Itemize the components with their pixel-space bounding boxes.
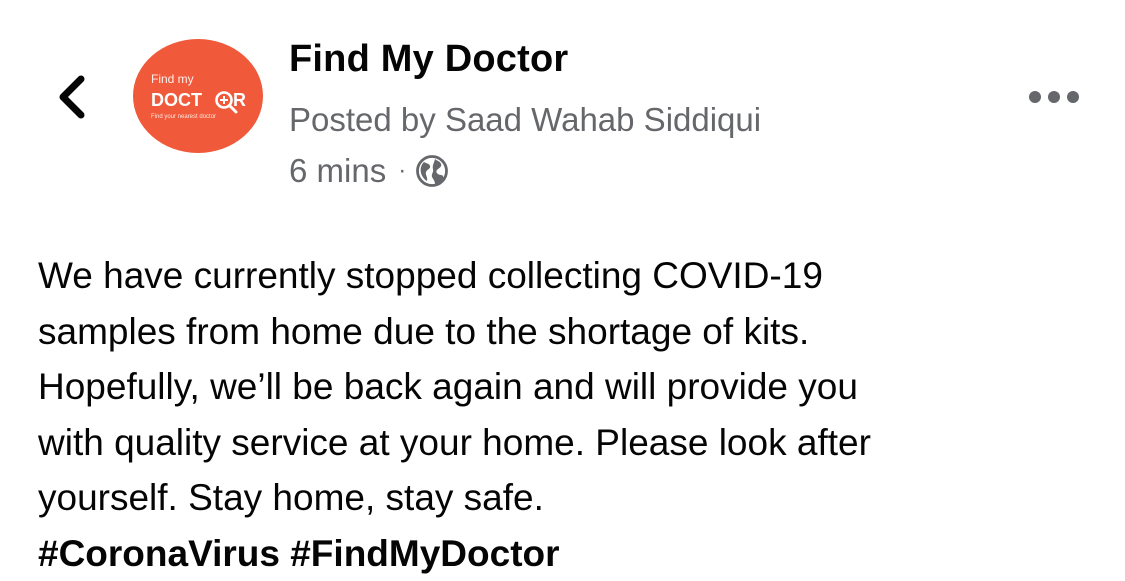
back-button[interactable] bbox=[44, 66, 100, 128]
more-dots-icon bbox=[1029, 91, 1079, 103]
find-my-doctor-logo: Find my DOCT R Find your nearest doctor bbox=[151, 72, 246, 120]
logo-line2-left: DOCT bbox=[151, 90, 202, 110]
globe-icon[interactable] bbox=[415, 154, 449, 188]
hashtag-coronavirus[interactable]: #CoronaVirus bbox=[38, 533, 280, 574]
logo-line2-right: R bbox=[233, 90, 246, 110]
chevron-left-icon bbox=[59, 75, 85, 119]
more-options-button[interactable] bbox=[1022, 82, 1086, 112]
post-text-line: samples from home due to the shortage of… bbox=[38, 310, 810, 352]
post-timestamp[interactable]: 6 mins bbox=[289, 152, 386, 190]
post-text-line: Hopefully, we’ll be back again and will … bbox=[38, 366, 858, 407]
post-text-line: with quality service at your home. Pleas… bbox=[38, 421, 871, 463]
post-body: We have currently stopped collecting COV… bbox=[38, 248, 1098, 581]
hashtag-line: #CoronaVirus #FindMyDoctor bbox=[38, 526, 1098, 581]
posted-by-prefix: Posted by bbox=[289, 101, 436, 138]
author-name[interactable]: Saad Wahab Siddiqui bbox=[445, 101, 761, 138]
post-meta: 6 mins · bbox=[289, 151, 449, 191]
avatar[interactable]: Find my DOCT R Find your nearest doctor bbox=[133, 39, 263, 153]
posted-by: Posted by Saad Wahab Siddiqui bbox=[289, 101, 761, 139]
hashtag-findmydoctor[interactable]: #FindMyDoctor bbox=[290, 533, 559, 574]
meta-separator: · bbox=[398, 157, 407, 184]
page-name[interactable]: Find My Doctor bbox=[289, 38, 568, 81]
logo-tagline: Find your nearest doctor bbox=[151, 114, 216, 120]
post-text-line: We have currently stopped collecting COV… bbox=[38, 255, 823, 296]
post-text-line: yourself. Stay home, stay safe. bbox=[38, 477, 544, 518]
logo-line1: Find my bbox=[151, 72, 194, 86]
